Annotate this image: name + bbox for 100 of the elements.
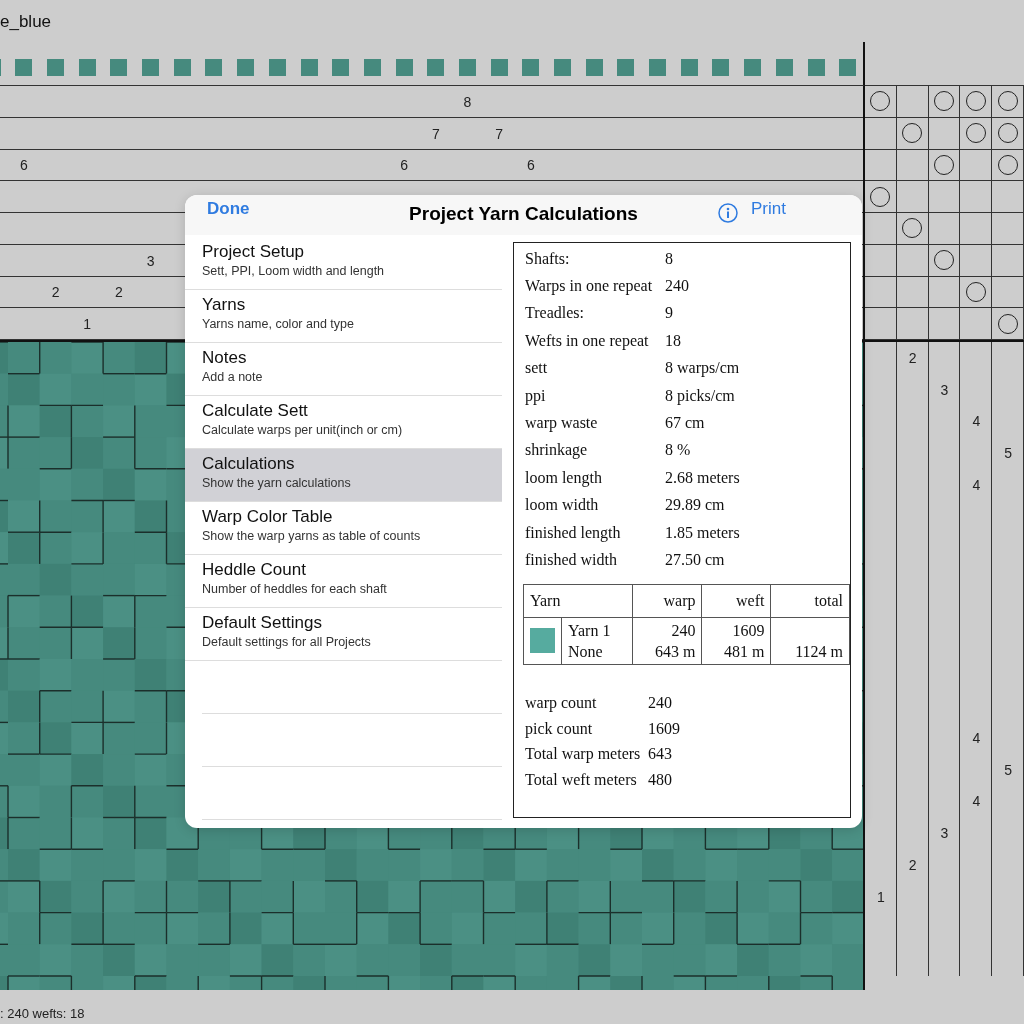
tie-up-cell[interactable] xyxy=(992,149,1024,182)
tie-up-cell[interactable] xyxy=(960,181,993,213)
tie-up-cell[interactable] xyxy=(865,244,897,277)
treadling-number: 4 xyxy=(972,730,981,747)
total-label: Total weft meters xyxy=(525,770,638,789)
warp-color-swatch xyxy=(205,59,223,76)
tie-up-cell[interactable] xyxy=(928,213,961,245)
total-label: Total warp meters xyxy=(525,745,642,764)
treadling-number: 2 xyxy=(908,349,917,366)
tie-up-cell[interactable] xyxy=(928,244,961,277)
warp-color-swatch xyxy=(744,59,762,76)
tie-up-cell[interactable] xyxy=(896,244,929,277)
tie-up-cell[interactable] xyxy=(928,181,961,213)
tie-up-cell[interactable] xyxy=(992,276,1024,309)
print-button[interactable]: Print xyxy=(751,199,786,219)
warp-color-swatch xyxy=(363,59,381,76)
menu-item-subtitle: Default settings for all Projects xyxy=(202,635,372,649)
field-value: 67 cm xyxy=(665,414,705,433)
warp-color-swatch xyxy=(807,59,825,76)
tie-up-cell[interactable] xyxy=(928,308,961,340)
menu-item[interactable]: Warp Color Table Show the warp yarns as table of counts xyxy=(185,502,502,555)
tie-up-cell[interactable] xyxy=(865,117,897,150)
total-value: 240 xyxy=(648,694,672,713)
threading-number: 1 xyxy=(83,316,92,333)
tie-up-cell[interactable] xyxy=(992,308,1024,340)
treadling-number: 4 xyxy=(972,793,981,810)
tie-up-cell[interactable] xyxy=(960,213,993,245)
field-value: 240 xyxy=(665,277,689,296)
warp-color-swatch xyxy=(775,59,793,76)
field-value: 8 warps/cm xyxy=(665,359,740,378)
tie-up-cell[interactable] xyxy=(960,117,993,150)
tie-up-cell[interactable] xyxy=(865,308,897,340)
treadling-number: 2 xyxy=(908,856,917,873)
info-icon[interactable] xyxy=(718,203,738,223)
warp-color-swatch xyxy=(142,59,160,76)
tie-up-cell[interactable] xyxy=(992,86,1024,118)
tie-up-cell[interactable] xyxy=(928,149,961,182)
total-value: 480 xyxy=(648,770,672,789)
field-label: Shafts: xyxy=(525,249,571,268)
tie-up-cell[interactable] xyxy=(992,117,1024,150)
menu-item[interactable]: Heddle Count Number of heddles for each shaft xyxy=(185,555,502,608)
tie-up-cell[interactable] xyxy=(960,244,993,277)
tie-up-cell[interactable] xyxy=(960,86,993,118)
warp-color-swatch xyxy=(300,59,318,76)
tie-up-cell[interactable] xyxy=(865,86,897,118)
field-value: 1.85 meters xyxy=(665,523,740,542)
menu-item-subtitle: Yarns name, color and type xyxy=(202,317,355,331)
tie-up-cell[interactable] xyxy=(896,308,929,340)
tie-up-cell[interactable] xyxy=(896,181,929,213)
tie-up-cell[interactable] xyxy=(928,276,961,309)
tie-up-cell[interactable] xyxy=(992,181,1024,213)
column-header: warp xyxy=(633,584,702,618)
threading-number: 3 xyxy=(146,252,155,269)
tie-up-cell[interactable] xyxy=(865,213,897,245)
tie-up-cell[interactable] xyxy=(960,276,993,309)
field-label: Warps in one repeat xyxy=(525,277,654,296)
menu-item[interactable]: Default Settings Default settings for all Projects xyxy=(185,608,502,661)
warp-color-swatch xyxy=(458,59,476,76)
threading-number: 6 xyxy=(526,157,535,174)
warp-color-swatch xyxy=(47,59,65,76)
field-value: 8 % xyxy=(665,441,691,460)
field-label: shrinkage xyxy=(525,441,589,460)
warp-color-swatch xyxy=(15,59,33,76)
tie-up-cell[interactable] xyxy=(896,86,929,118)
menu-item-title: Default Settings xyxy=(202,613,323,633)
treadling-number: 4 xyxy=(972,413,981,430)
tie-up-cell[interactable] xyxy=(865,276,897,309)
tie-up-cell[interactable] xyxy=(865,149,897,182)
tie-up-cell[interactable] xyxy=(896,213,929,245)
field-value: 29.89 cm xyxy=(665,496,725,515)
field-value: 18 xyxy=(665,331,681,350)
tie-up-cell[interactable] xyxy=(960,149,993,182)
tie-up-cell[interactable] xyxy=(865,181,897,213)
tie-up-cell[interactable] xyxy=(992,244,1024,277)
total-label: warp count xyxy=(525,694,598,713)
done-button[interactable]: Done xyxy=(207,199,250,219)
tie-up-cell[interactable] xyxy=(896,149,929,182)
field-label: finished length xyxy=(525,523,622,542)
menu-item-title: Project Setup xyxy=(202,242,306,262)
table-cell: 1609 481 m xyxy=(701,617,771,665)
field-value: 27.50 cm xyxy=(665,551,725,569)
treadling-number: 3 xyxy=(940,825,949,842)
warp-color-swatch xyxy=(173,59,191,76)
menu-item[interactable]: Project Setup Sett, PPI, Loom width and length xyxy=(185,237,502,290)
tie-up-cell[interactable] xyxy=(896,276,929,309)
tie-up-cell[interactable] xyxy=(928,117,961,150)
menu-item[interactable]: Yarns Yarns name, color and type xyxy=(185,290,502,343)
tie-up-cell[interactable] xyxy=(928,86,961,118)
column-header: weft xyxy=(701,584,771,618)
menu-item-title: Yarns xyxy=(202,295,247,315)
tie-up-cell[interactable] xyxy=(960,308,993,340)
menu-item-title: Calculate Sett xyxy=(202,401,309,421)
tie-up-cell[interactable] xyxy=(896,117,929,150)
field-label: warp waste xyxy=(525,414,599,433)
treadling-number: 3 xyxy=(940,381,949,398)
menu-item[interactable]: Calculations Show the yarn calculations xyxy=(185,449,502,502)
menu-item[interactable]: Notes Add a note xyxy=(185,343,502,396)
tie-up-cell[interactable] xyxy=(992,213,1024,245)
warp-color-swatch xyxy=(427,59,445,76)
menu-item-title: Notes xyxy=(202,348,248,368)
